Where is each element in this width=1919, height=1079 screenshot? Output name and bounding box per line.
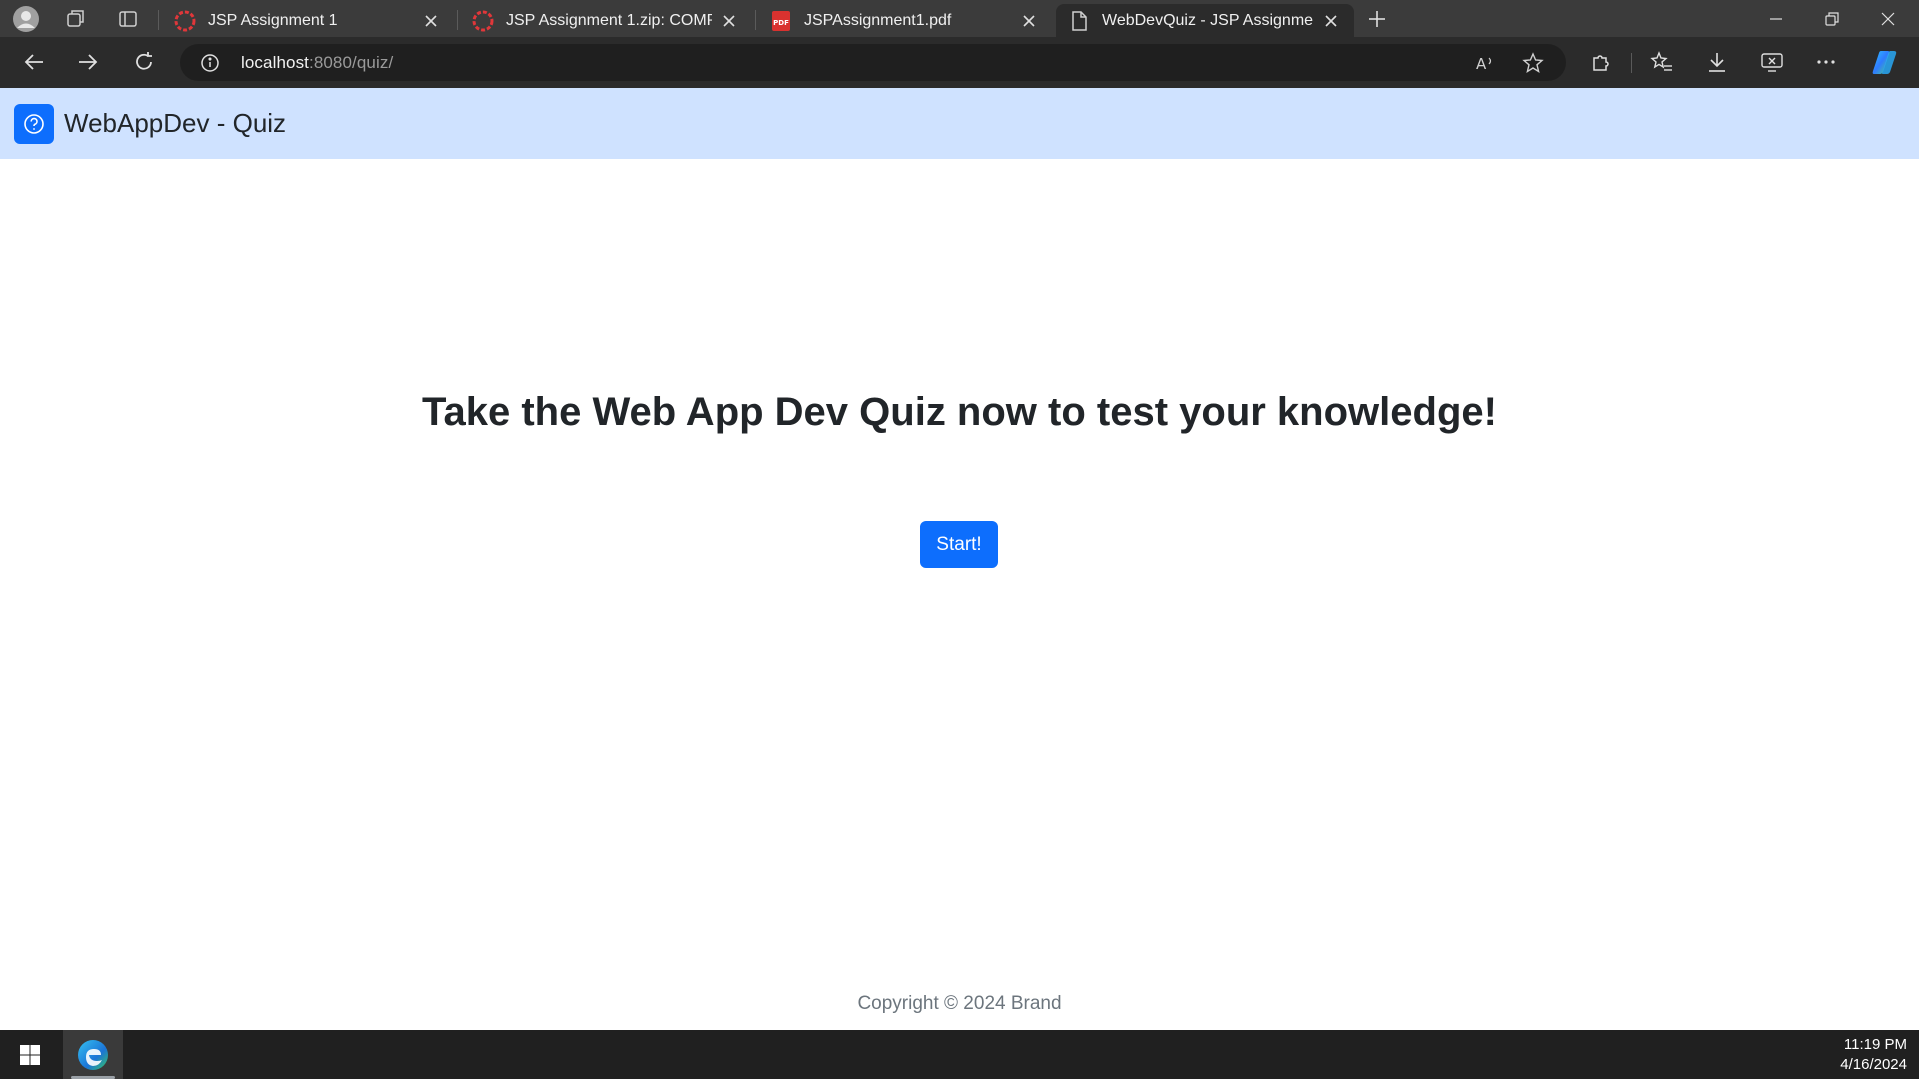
svg-text:A: A — [1476, 55, 1487, 73]
d2l-icon — [472, 10, 494, 32]
tab-title: JSP Assignment 1 — [208, 11, 338, 29]
url-host: localhost — [241, 53, 309, 72]
d2l-icon — [174, 10, 196, 32]
minimize-icon — [1770, 17, 1782, 20]
footer-copyright: Copyright © 2024 Brand — [857, 993, 1062, 1014]
forward-button[interactable] — [68, 43, 108, 81]
browser-tab-1[interactable]: JSP Assignment 1 — [162, 4, 454, 37]
start-menu-button[interactable] — [10, 1038, 50, 1072]
refresh-icon — [136, 52, 152, 70]
question-circle-icon[interactable] — [14, 104, 54, 144]
url-path: :8080/quiz/ — [309, 53, 394, 72]
browser-tab-active[interactable]: WebDevQuiz - JSP Assignment — [1056, 4, 1354, 37]
refresh-button[interactable] — [124, 43, 164, 81]
clock-date: 4/16/2024 — [1840, 1056, 1907, 1073]
windows-icon — [20, 1045, 40, 1065]
browser-tab-strip: JSP Assignment 1 JSP Assignment 1.zip: C… — [0, 0, 1919, 37]
restore-icon — [1825, 11, 1839, 26]
tab-title: JSP Assignment 1.zip: COMP-6000 — [506, 11, 712, 29]
vertical-tabs-button[interactable] — [108, 3, 148, 35]
taskbar-edge-app[interactable] — [63, 1030, 123, 1079]
close-icon[interactable] — [420, 10, 442, 32]
url-text[interactable]: localhost:8080/quiz/ — [241, 53, 393, 73]
favorites-icon — [1650, 51, 1672, 71]
close-icon[interactable] — [1320, 10, 1342, 32]
workspaces-icon — [67, 10, 84, 27]
puzzle-icon — [1593, 55, 1609, 71]
browser-tab-2[interactable]: JSP Assignment 1.zip: COMP-6000 — [460, 4, 752, 37]
plus-icon — [1369, 11, 1385, 27]
more-icon — [1817, 60, 1835, 64]
info-icon[interactable] — [198, 51, 222, 75]
extensions-button[interactable] — [1581, 43, 1621, 81]
svg-text:PDF: PDF — [773, 19, 789, 27]
system-clock[interactable]: 11:19 PM 4/16/2024 — [1840, 1035, 1907, 1075]
close-window-button[interactable] — [1860, 0, 1916, 37]
pdf-icon: PDF — [770, 10, 792, 32]
app-navbar: WebAppDev - Quiz — [0, 88, 1919, 159]
new-tab-button[interactable] — [1360, 4, 1394, 34]
page-headline: Take the Web App Dev Quiz now to test yo… — [422, 390, 1497, 434]
edge-icon — [78, 1039, 108, 1070]
page-icon — [1068, 10, 1090, 32]
close-icon[interactable] — [718, 10, 740, 32]
close-icon — [1881, 12, 1895, 25]
arrow-left-icon — [24, 54, 43, 70]
back-button[interactable] — [14, 43, 54, 81]
profile-button[interactable] — [6, 3, 46, 35]
arrow-right-icon — [79, 54, 98, 70]
profile-icon — [13, 6, 39, 32]
tab-title: JSPAssignment1.pdf — [804, 11, 952, 29]
downloads-button[interactable] — [1697, 43, 1737, 81]
minimize-button[interactable] — [1748, 0, 1804, 37]
browser-tab-3[interactable]: PDF JSPAssignment1.pdf — [758, 4, 1052, 37]
star-icon[interactable] — [1519, 50, 1547, 76]
tab-title: WebDevQuiz - JSP Assignment — [1102, 11, 1314, 29]
workspaces-button[interactable] — [56, 3, 96, 35]
screenshot-icon — [1761, 53, 1783, 72]
copilot-icon — [1872, 51, 1897, 74]
favorites-button[interactable] — [1642, 43, 1682, 81]
windows-taskbar: 11:19 PM 4/16/2024 — [0, 1030, 1919, 1079]
clock-time: 11:19 PM — [1843, 1036, 1907, 1053]
address-bar[interactable]: localhost:8080/quiz/ A — [180, 44, 1566, 81]
start-button[interactable]: Start! — [920, 521, 998, 568]
browser-toolbar: localhost:8080/quiz/ A — [0, 37, 1919, 88]
tab-actions-icon — [119, 11, 137, 27]
copilot-button[interactable] — [1865, 43, 1905, 81]
brand-title[interactable]: WebAppDev - Quiz — [64, 108, 286, 139]
read-aloud-icon[interactable]: A — [1471, 50, 1499, 76]
screenshot-button[interactable] — [1752, 43, 1792, 81]
restore-button[interactable] — [1804, 0, 1860, 37]
download-icon — [1709, 53, 1725, 72]
close-icon[interactable] — [1018, 10, 1040, 32]
more-menu-button[interactable] — [1806, 43, 1846, 81]
